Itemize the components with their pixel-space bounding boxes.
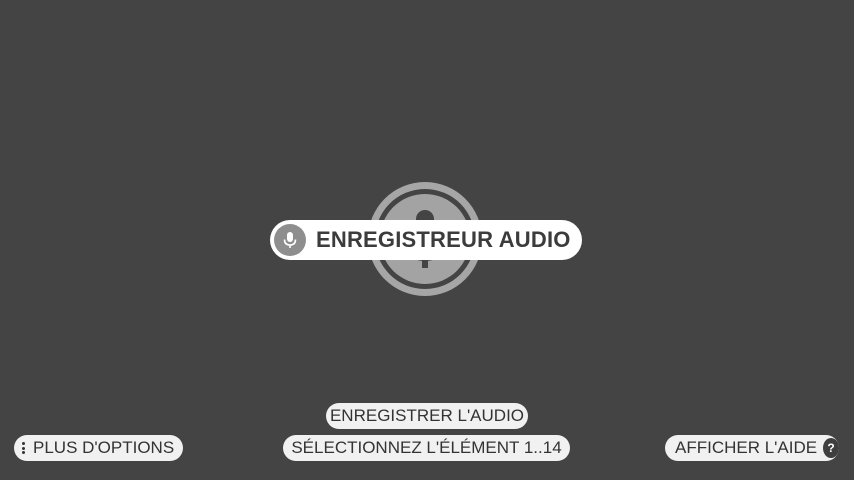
app-title-badge: ENREGISTREUR AUDIO bbox=[270, 220, 582, 260]
microphone-icon bbox=[274, 224, 306, 256]
show-help-label: AFFICHER L'AIDE bbox=[675, 438, 818, 457]
record-audio-button[interactable]: ENREGISTRER L'AUDIO bbox=[326, 403, 528, 429]
more-vertical-icon bbox=[22, 442, 26, 454]
record-audio-label: ENREGISTRER L'AUDIO bbox=[329, 406, 525, 425]
select-item-label: SÉLECTIONNEZ L'ÉLÉMENT 1..14 bbox=[291, 438, 562, 457]
show-help-button[interactable]: AFFICHER L'AIDE ? bbox=[665, 435, 839, 461]
select-item-button[interactable]: SÉLECTIONNEZ L'ÉLÉMENT 1..14 bbox=[283, 435, 570, 461]
help-icon: ? bbox=[823, 438, 839, 458]
more-options-label: PLUS D'OPTIONS bbox=[33, 438, 175, 457]
more-options-button[interactable]: PLUS D'OPTIONS bbox=[14, 435, 183, 461]
app-title: ENREGISTREUR AUDIO bbox=[316, 227, 571, 252]
audio-recorder-screen: ENREGISTREUR AUDIO ENREGISTRER L'AUDIO P… bbox=[0, 0, 854, 480]
